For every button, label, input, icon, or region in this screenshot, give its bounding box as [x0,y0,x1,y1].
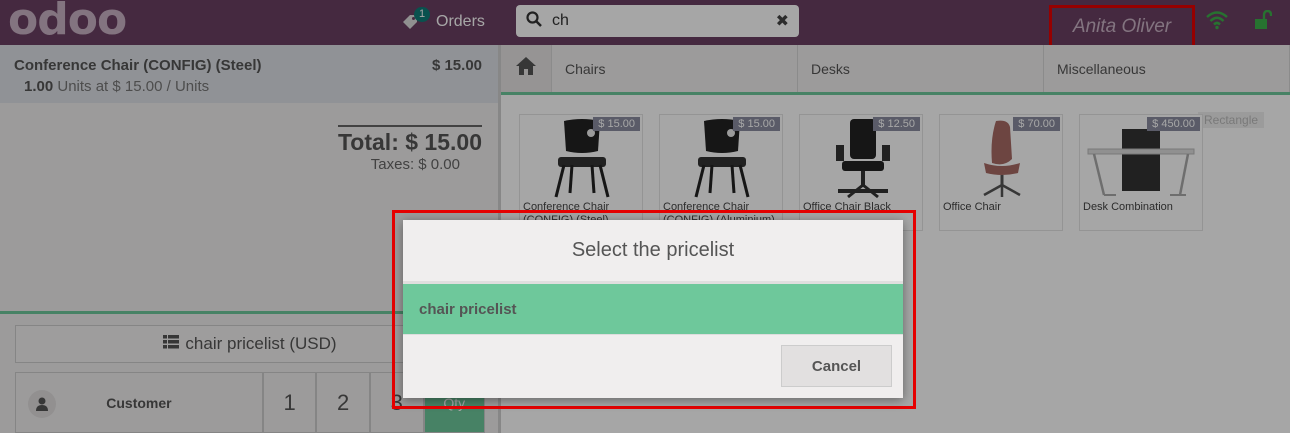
pricelist-option[interactable]: chair pricelist [403,284,903,334]
dialog-footer: Cancel [403,334,903,394]
pricelist-dialog: Select the pricelist chair pricelist Can… [403,220,903,398]
cancel-button[interactable]: Cancel [781,345,892,387]
dialog-title: Select the pricelist [403,220,903,284]
